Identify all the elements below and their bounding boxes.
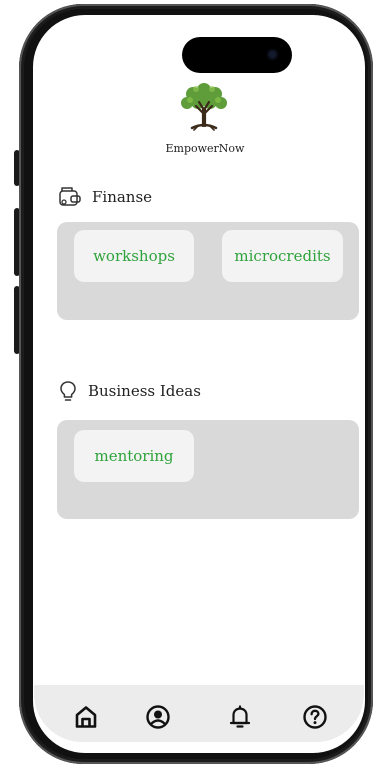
camera-icon	[267, 49, 278, 60]
wallet-icon	[59, 187, 81, 206]
dynamic-island	[182, 37, 292, 73]
help-icon[interactable]	[302, 704, 328, 730]
section-title: Finanse	[92, 188, 153, 206]
lightbulb-icon	[60, 381, 76, 401]
workshops-button[interactable]: workshops	[74, 230, 194, 282]
mentoring-button[interactable]: mentoring	[74, 430, 194, 482]
home-icon[interactable]	[73, 704, 99, 730]
user-circle-icon[interactable]	[145, 704, 171, 730]
section-header-business-ideas: Business Ideas	[58, 380, 201, 402]
section-header-finanse: Finanse	[58, 186, 152, 208]
microcredits-button[interactable]: microcredits	[222, 230, 343, 282]
section-title: Business Ideas	[88, 382, 201, 400]
app-name: EmpowerNow	[165, 142, 245, 155]
bell-icon[interactable]	[227, 704, 253, 730]
tree-logo-icon	[181, 83, 227, 131]
